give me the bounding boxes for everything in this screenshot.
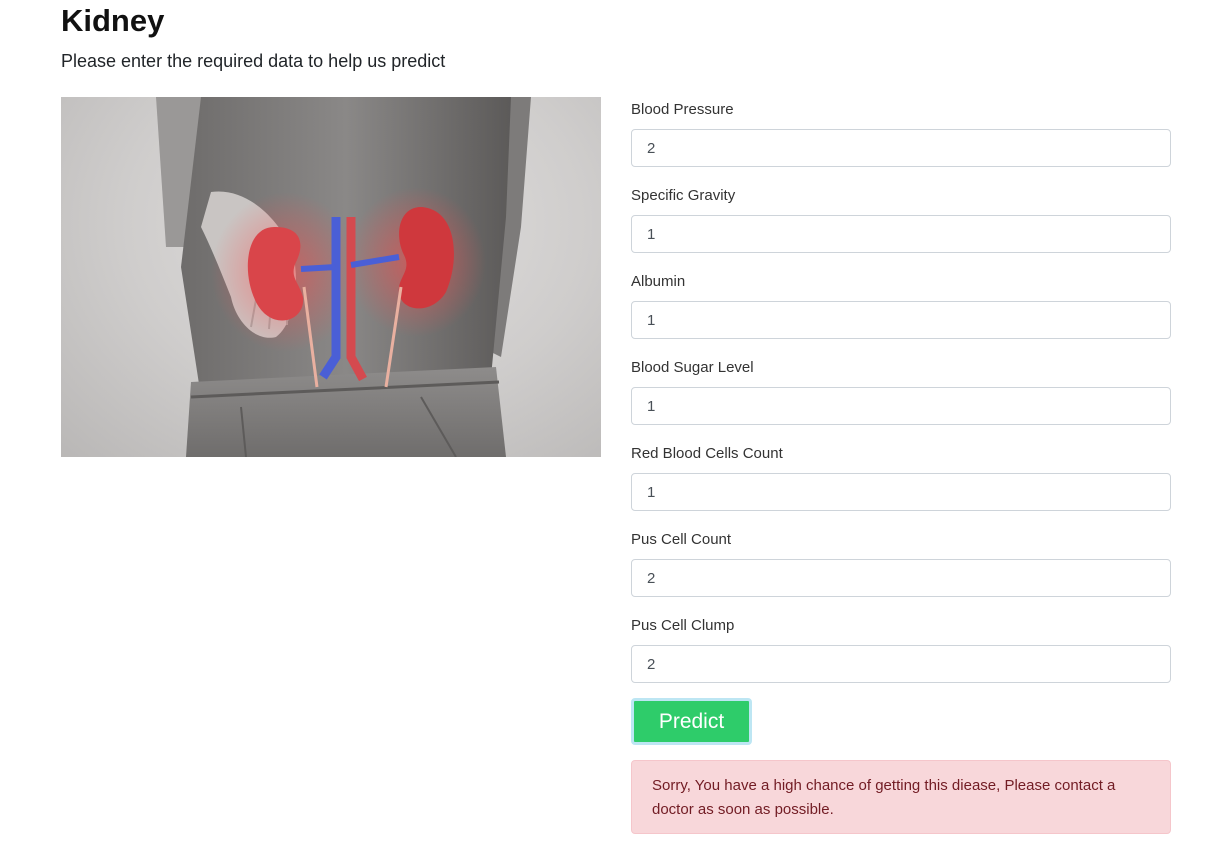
page-title: Kidney xyxy=(61,3,165,38)
blood-sugar-level-input[interactable] xyxy=(631,387,1171,425)
field-blood-pressure: Blood Pressure xyxy=(631,97,1171,183)
specific-gravity-label: Specific Gravity xyxy=(631,187,736,204)
pus-cell-clump-input[interactable] xyxy=(631,645,1171,683)
pus-cell-count-label: Pus Cell Count xyxy=(631,531,732,548)
result-message: Sorry, You have a high chance of getting… xyxy=(652,777,1116,818)
field-albumin: Albumin xyxy=(631,269,1171,355)
albumin-label: Albumin xyxy=(631,273,686,290)
field-specific-gravity: Specific Gravity xyxy=(631,183,1171,269)
field-pus-cell-clump: Pus Cell Clump xyxy=(631,613,1171,699)
specific-gravity-input[interactable] xyxy=(631,215,1171,253)
prediction-form: Blood Pressure Specific Gravity Albumin … xyxy=(631,97,1171,699)
field-blood-sugar-level: Blood Sugar Level xyxy=(631,355,1171,441)
page-subtitle: Please enter the required data to help u… xyxy=(61,51,446,71)
predict-button[interactable]: Predict xyxy=(631,698,752,745)
page: Kidney Please enter the required data to… xyxy=(0,0,1218,858)
pus-cell-count-input[interactable] xyxy=(631,559,1171,597)
field-pus-cell-count: Pus Cell Count xyxy=(631,527,1171,613)
result-alert: Sorry, You have a high chance of getting… xyxy=(631,760,1171,834)
blood-pressure-input[interactable] xyxy=(631,129,1171,167)
field-red-blood-cells-count: Red Blood Cells Count xyxy=(631,441,1171,527)
blood-pressure-label: Blood Pressure xyxy=(631,101,734,118)
blood-sugar-level-label: Blood Sugar Level xyxy=(631,359,754,376)
red-blood-cells-count-label: Red Blood Cells Count xyxy=(631,445,783,462)
albumin-input[interactable] xyxy=(631,301,1171,339)
pus-cell-clump-label: Pus Cell Clump xyxy=(631,617,735,634)
kidney-illustration xyxy=(61,97,601,457)
red-blood-cells-count-input[interactable] xyxy=(631,473,1171,511)
